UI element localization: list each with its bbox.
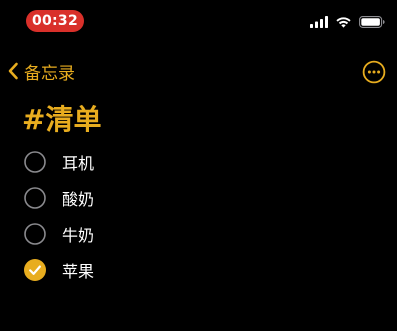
unchecked-circle-icon[interactable] bbox=[24, 223, 46, 245]
checklist-item-text[interactable]: 苹果 bbox=[62, 258, 94, 282]
back-button[interactable]: 备忘录 bbox=[6, 58, 75, 84]
note-title[interactable]: #清单 bbox=[22, 102, 101, 138]
checklist-item-text[interactable]: 酸奶 bbox=[62, 186, 94, 210]
checklist-item[interactable]: 牛奶 bbox=[24, 216, 364, 252]
checklist-item-text[interactable]: 牛奶 bbox=[62, 222, 94, 246]
status-time[interactable]: 00:32 bbox=[26, 10, 84, 32]
checklist-item-text[interactable]: 耳机 bbox=[62, 150, 94, 174]
unchecked-circle-icon[interactable] bbox=[24, 151, 46, 173]
unchecked-circle-icon[interactable] bbox=[24, 187, 46, 209]
checklist-item[interactable]: 酸奶 bbox=[24, 180, 364, 216]
chevron-left-icon bbox=[8, 62, 18, 80]
battery-icon bbox=[359, 16, 385, 28]
back-button-label: 备忘录 bbox=[24, 63, 75, 84]
ellipsis-circle-icon bbox=[362, 60, 386, 84]
status-bar: 00:32 bbox=[0, 0, 397, 44]
checked-circle-icon[interactable] bbox=[24, 259, 46, 281]
more-options-button[interactable] bbox=[362, 60, 386, 84]
checklist-item[interactable]: 耳机 bbox=[24, 144, 364, 180]
wifi-icon bbox=[336, 17, 351, 28]
checklist: 耳机 酸奶 牛奶 苹果 bbox=[24, 144, 364, 288]
checklist-item[interactable]: 苹果 bbox=[24, 252, 364, 288]
status-icons bbox=[310, 14, 385, 30]
cellular-signal-icon bbox=[310, 16, 328, 28]
